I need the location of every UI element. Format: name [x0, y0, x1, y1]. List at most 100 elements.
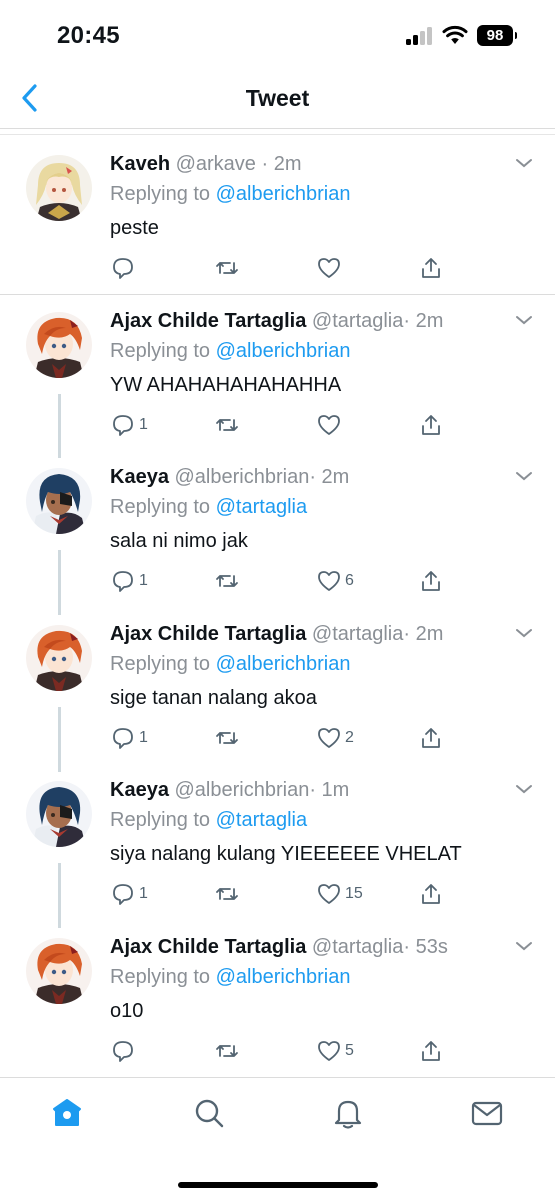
- reply-count: 1: [139, 729, 148, 746]
- retweet-icon: [216, 732, 238, 744]
- chevron-down-icon[interactable]: [515, 314, 533, 326]
- timestamp: · 2m: [403, 623, 444, 645]
- like-count: 5: [345, 1042, 354, 1059]
- tweet-actions: 1 2: [110, 723, 450, 753]
- heart-icon: [318, 571, 340, 591]
- reply-button[interactable]: 1: [110, 566, 148, 596]
- like-button[interactable]: 5: [316, 1036, 354, 1066]
- nav-bar: Tweet: [0, 72, 555, 127]
- retweet-button[interactable]: [214, 1036, 243, 1066]
- avatar[interactable]: [26, 625, 92, 691]
- reply-icon: [113, 1041, 133, 1062]
- author-handle[interactable]: @alberichbrian: [175, 466, 310, 488]
- tweet[interactable]: Kaveh @arkave · 2m Replying to @alberich…: [0, 153, 555, 293]
- chevron-down-icon[interactable]: [515, 470, 533, 482]
- page-title: Tweet: [245, 85, 310, 111]
- author-handle[interactable]: @alberichbrian: [175, 779, 310, 801]
- mention-link[interactable]: @tartaglia: [216, 496, 307, 518]
- reply-icon: [113, 258, 133, 279]
- avatar[interactable]: [26, 312, 92, 378]
- author-name[interactable]: Ajax Childe Tartaglia: [110, 623, 306, 645]
- messages-mail-icon[interactable]: [470, 1096, 504, 1130]
- share-button[interactable]: [418, 879, 444, 909]
- author-handle[interactable]: @arkave: [176, 153, 256, 175]
- chevron-down-icon[interactable]: [515, 940, 533, 952]
- author-name[interactable]: Kaeya: [110, 779, 169, 801]
- tweet-text: peste: [110, 217, 159, 239]
- tweet-actions: 1 6: [110, 566, 450, 596]
- author-name[interactable]: Ajax Childe Tartaglia: [110, 936, 306, 958]
- share-button[interactable]: [418, 1036, 444, 1066]
- mention-link[interactable]: @alberichbrian: [216, 966, 351, 988]
- like-button[interactable]: 15: [316, 879, 363, 909]
- replying-to: Replying to @alberichbrian: [110, 183, 350, 206]
- wifi-icon: [442, 25, 468, 44]
- timestamp: · 53s: [403, 936, 448, 958]
- reply-icon: [113, 415, 133, 436]
- tweet[interactable]: Ajax Childe Tartaglia @tartaglia· 2m Rep…: [0, 623, 555, 763]
- reply-button[interactable]: 1: [110, 723, 148, 753]
- tweet-text: sala ni nimo jak: [110, 530, 248, 552]
- retweet-icon: [216, 1045, 238, 1057]
- like-button[interactable]: 2: [316, 723, 354, 753]
- replying-to-label: Replying to: [110, 809, 216, 831]
- chevron-down-icon[interactable]: [515, 783, 533, 795]
- author-name[interactable]: Ajax Childe Tartaglia: [110, 310, 306, 332]
- retweet-button[interactable]: [214, 566, 243, 596]
- timestamp: · 2m: [403, 310, 444, 332]
- mention-link[interactable]: @tartaglia: [216, 809, 307, 831]
- reply-button[interactable]: 1: [110, 879, 148, 909]
- status-time: 20:45: [57, 22, 120, 49]
- like-button[interactable]: [316, 253, 345, 283]
- tweet[interactable]: Kaeya @alberichbrian· 2m Replying to @ta…: [0, 466, 555, 606]
- home-icon[interactable]: [50, 1096, 84, 1130]
- notifications-bell-icon[interactable]: [331, 1096, 365, 1130]
- retweet-button[interactable]: [214, 410, 243, 440]
- home-indicator: [178, 1182, 378, 1188]
- share-button[interactable]: [418, 566, 444, 596]
- replying-to-label: Replying to: [110, 653, 216, 675]
- tweet[interactable]: Ajax Childe Tartaglia @tartaglia· 53s Re…: [0, 936, 555, 1076]
- avatar[interactable]: [26, 468, 92, 534]
- search-icon[interactable]: [192, 1096, 226, 1130]
- like-button[interactable]: 6: [316, 566, 354, 596]
- author-handle[interactable]: @tartaglia: [312, 310, 403, 332]
- reply-button[interactable]: [110, 253, 139, 283]
- retweet-button[interactable]: [214, 253, 243, 283]
- author-name[interactable]: Kaveh: [110, 153, 170, 175]
- retweet-button[interactable]: [214, 723, 243, 753]
- share-button[interactable]: [418, 410, 444, 440]
- like-button[interactable]: [316, 410, 345, 440]
- author-name[interactable]: Kaeya: [110, 466, 169, 488]
- retweet-icon: [216, 888, 238, 900]
- reply-icon: [113, 884, 133, 905]
- avatar[interactable]: [26, 938, 92, 1004]
- mention-link[interactable]: @alberichbrian: [216, 653, 351, 675]
- tweet[interactable]: Ajax Childe Tartaglia @tartaglia· 2m Rep…: [0, 310, 555, 450]
- heart-icon: [318, 258, 340, 278]
- share-button[interactable]: [418, 253, 444, 283]
- retweet-icon: [216, 575, 238, 587]
- avatar[interactable]: [26, 781, 92, 847]
- mention-link[interactable]: @alberichbrian: [216, 340, 351, 362]
- tweet-text: o10: [110, 1000, 144, 1022]
- chevron-down-icon[interactable]: [515, 627, 533, 639]
- tweet[interactable]: Kaeya @alberichbrian· 1m Replying to @ta…: [0, 779, 555, 919]
- reply-button[interactable]: [110, 1036, 139, 1066]
- author-handle[interactable]: @tartaglia: [312, 936, 403, 958]
- mention-link[interactable]: @alberichbrian: [216, 183, 351, 205]
- retweet-button[interactable]: [214, 879, 243, 909]
- reply-icon: [113, 571, 133, 592]
- tweet-header: Kaveh @arkave · 2m: [110, 153, 302, 176]
- share-button[interactable]: [418, 723, 444, 753]
- tweet-header: Ajax Childe Tartaglia @tartaglia· 2m: [110, 623, 443, 646]
- share-icon: [422, 415, 440, 435]
- tweet-actions: 5: [110, 1036, 450, 1066]
- chevron-down-icon[interactable]: [515, 157, 533, 169]
- timestamp: · 2m: [309, 466, 350, 488]
- tweet-header: Kaeya @alberichbrian· 2m: [110, 466, 349, 489]
- author-handle[interactable]: @tartaglia: [312, 623, 403, 645]
- reply-button[interactable]: 1: [110, 410, 148, 440]
- replying-to: Replying to @alberichbrian: [110, 340, 350, 363]
- avatar[interactable]: [26, 155, 92, 221]
